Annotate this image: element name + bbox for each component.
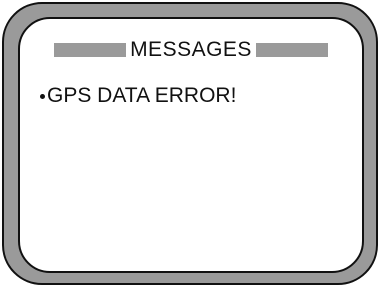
display-bezel: MESSAGES GPS DATA ERROR! (2, 2, 378, 285)
display-screen: MESSAGES GPS DATA ERROR! (18, 17, 364, 273)
title-bar-right (255, 43, 328, 57)
bullet-dot-icon (40, 93, 45, 99)
message-text: GPS DATA ERROR! (47, 84, 237, 107)
page-title: MESSAGES (130, 38, 252, 61)
message-item: GPS DATA ERROR! (40, 83, 236, 109)
title-bar-left (54, 43, 127, 57)
messages-header: MESSAGES (20, 37, 362, 63)
